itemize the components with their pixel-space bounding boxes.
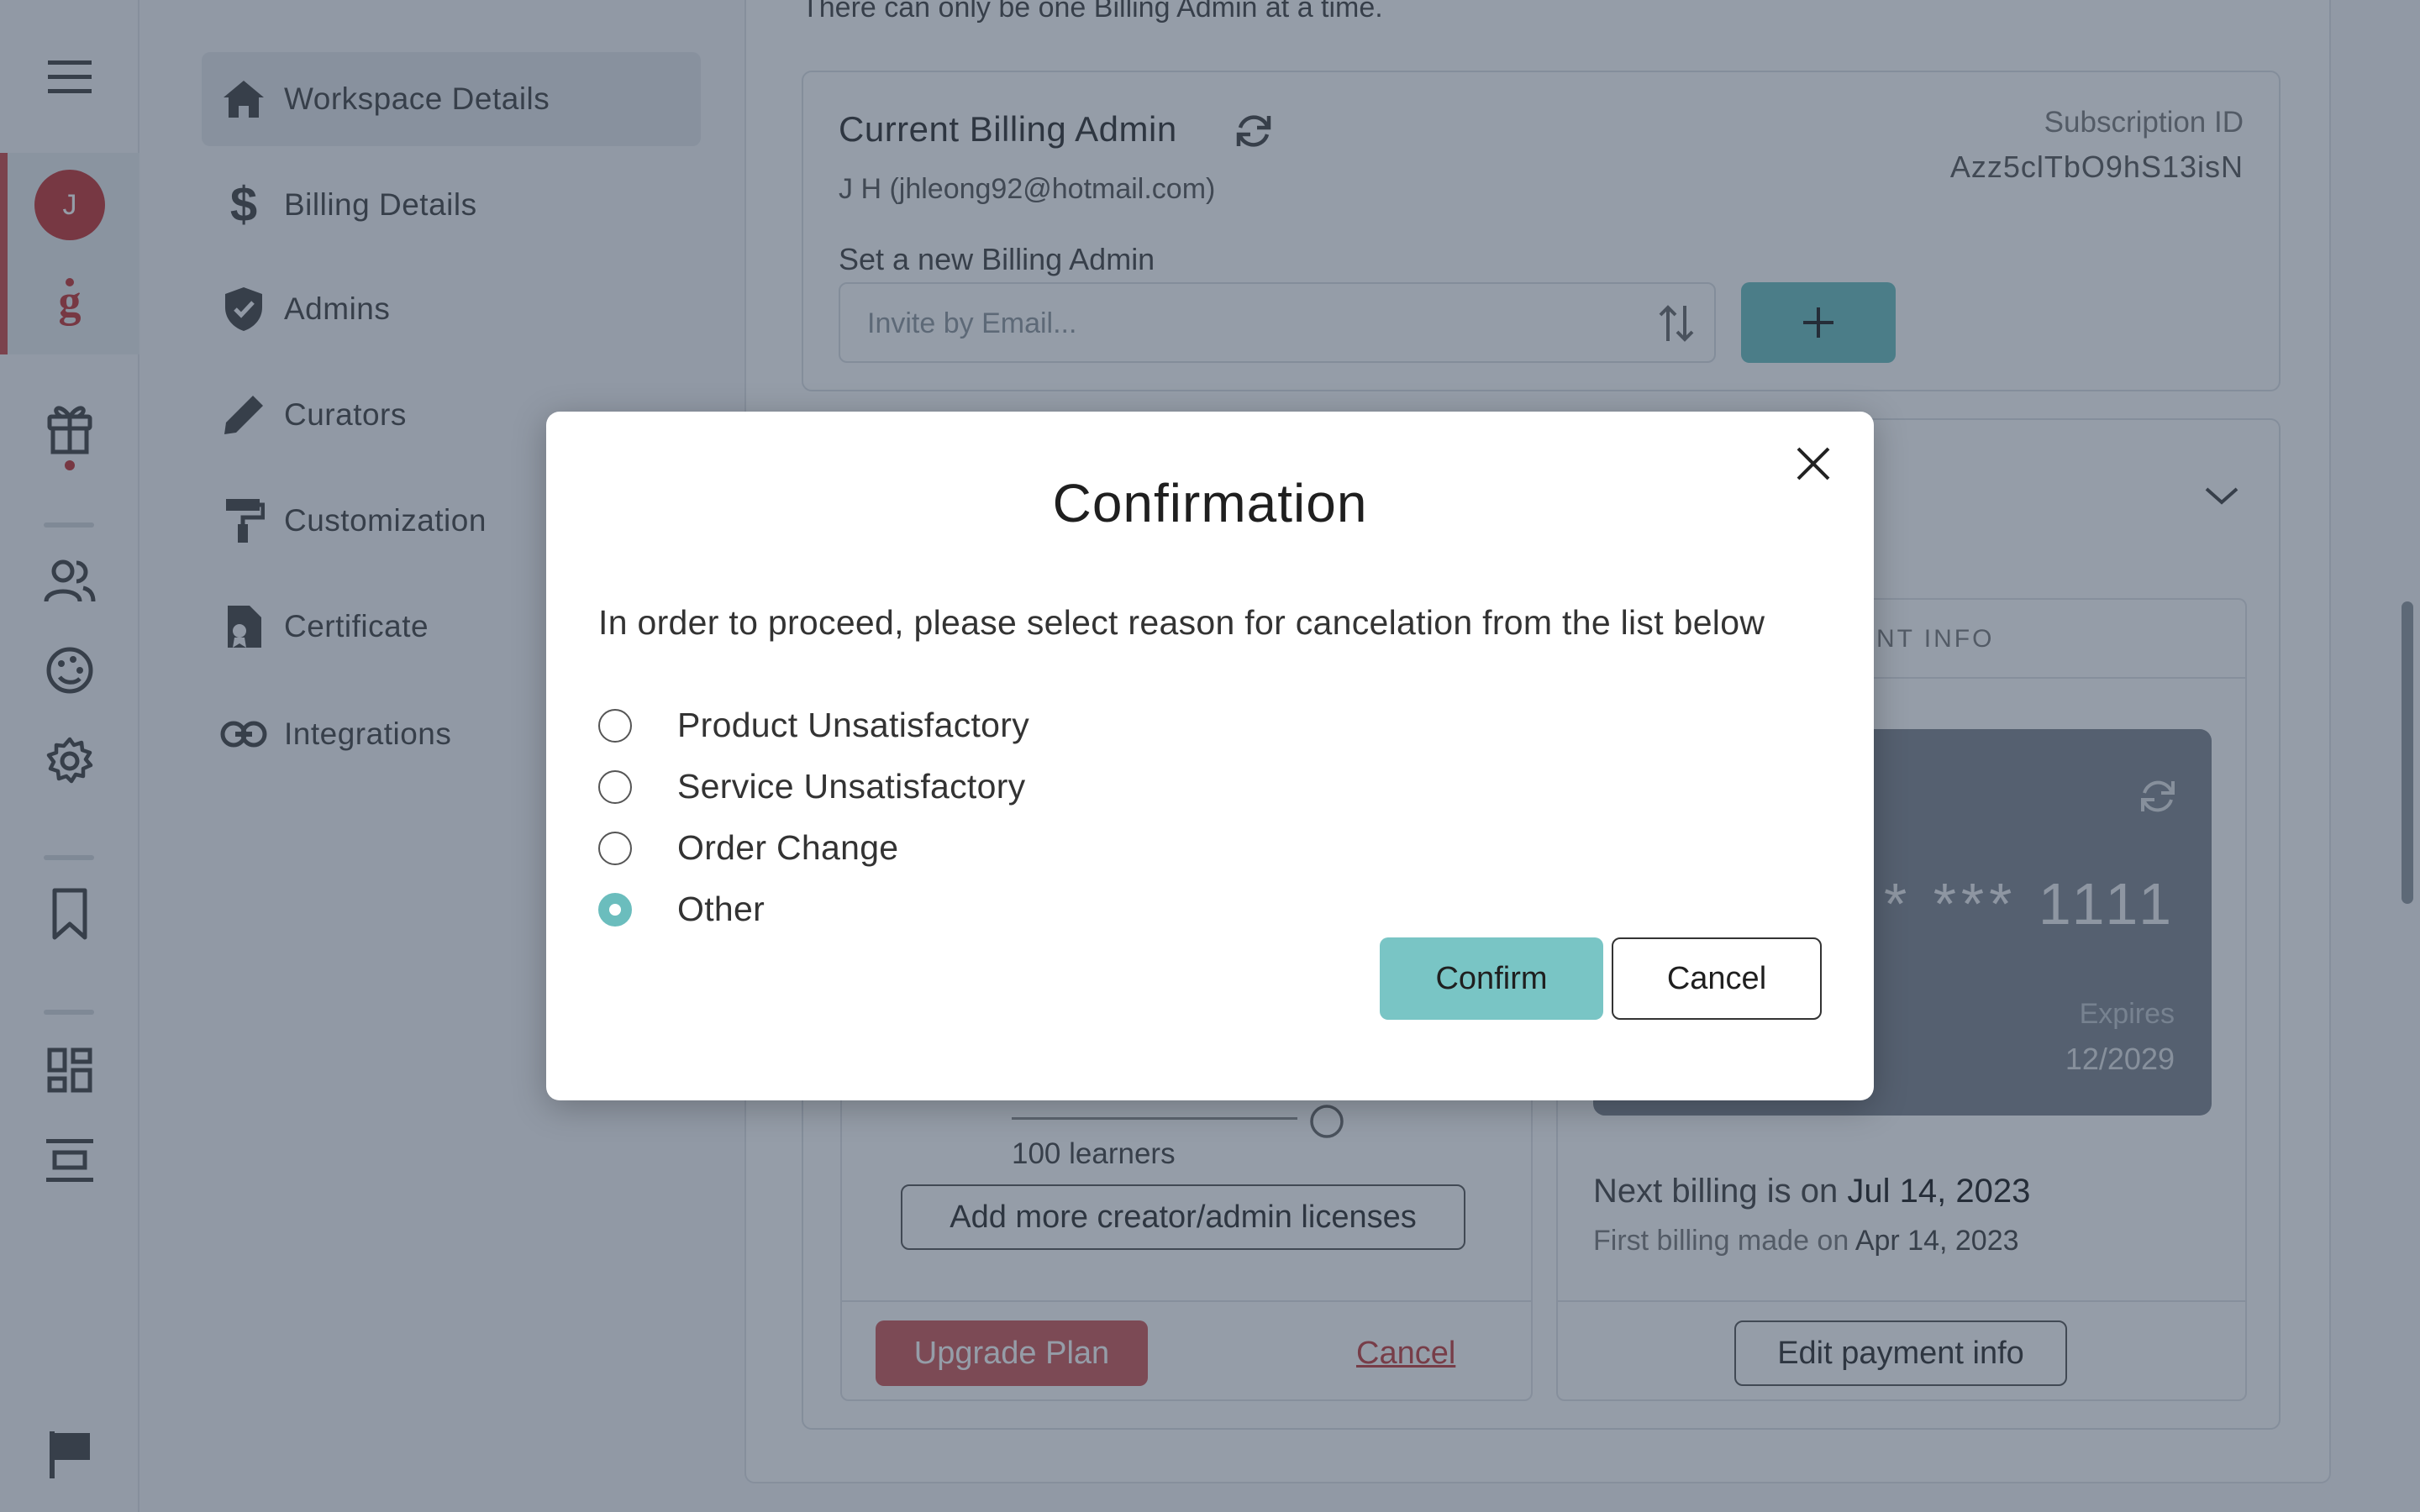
cancel-button[interactable]: Cancel bbox=[1612, 937, 1822, 1020]
reason-label: Product Unsatisfactory bbox=[677, 706, 1030, 744]
radio-button-checked[interactable] bbox=[598, 892, 632, 927]
reason-option-order-change[interactable]: Order Change bbox=[598, 828, 898, 868]
radio-button[interactable] bbox=[598, 831, 632, 865]
reason-option-other[interactable]: Other bbox=[598, 890, 765, 929]
modal-instructions: In order to proceed, please select reaso… bbox=[598, 603, 1765, 642]
modal-title: Confirmation bbox=[1052, 473, 1368, 533]
confirmation-modal: Confirmation In order to proceed, please… bbox=[546, 412, 1874, 1100]
reason-label: Order Change bbox=[677, 828, 899, 867]
reason-option-service[interactable]: Service Unsatisfactory bbox=[598, 767, 1025, 806]
reason-label: Service Unsatisfactory bbox=[677, 767, 1026, 806]
radio-button[interactable] bbox=[598, 708, 632, 743]
close-icon[interactable] bbox=[1781, 432, 1845, 496]
reason-option-product[interactable]: Product Unsatisfactory bbox=[598, 706, 1029, 745]
reason-label: Other bbox=[677, 890, 765, 928]
confirm-button[interactable]: Confirm bbox=[1380, 937, 1603, 1020]
radio-button[interactable] bbox=[598, 769, 632, 804]
